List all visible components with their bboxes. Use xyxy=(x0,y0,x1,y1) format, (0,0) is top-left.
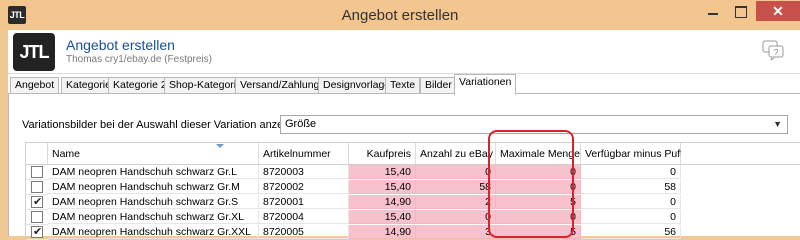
dialog-subtitle: Thomas cry1/ebay.de (Festpreis) xyxy=(66,54,212,65)
tab-angebot[interactable]: Angebot xyxy=(10,77,60,94)
cell-verfuegbar-minus-puffer: 0 xyxy=(581,165,681,179)
row-checkbox-cell xyxy=(26,210,48,225)
cell-name[interactable]: DAM neopren Handschuh schwarz Gr.XL xyxy=(48,210,259,224)
cell-anzahl-zu-ebay[interactable]: 0 xyxy=(416,210,496,224)
cell-verfuegbar-minus-puffer: 58 xyxy=(581,180,681,194)
close-button[interactable]: ✕ xyxy=(756,1,800,21)
minimize-button[interactable] xyxy=(700,1,726,21)
tab-kategorie-2[interactable]: Kategorie 2 xyxy=(108,77,172,94)
cell-artikelnummer[interactable]: 8720002 xyxy=(259,180,349,194)
cell-artikelnummer[interactable]: 8720005 xyxy=(259,225,349,239)
cell-kaufpreis[interactable]: 15,40 xyxy=(349,180,416,194)
row-checkbox-checked[interactable] xyxy=(31,195,43,209)
tab-versand-zahlung[interactable]: Versand/Zahlung xyxy=(235,77,325,94)
column-header-artikelnummer[interactable]: Artikelnummer xyxy=(259,143,349,165)
tab-variationen[interactable]: Variationen xyxy=(454,74,517,95)
cell-artikelnummer[interactable]: 8720003 xyxy=(259,165,349,179)
dialog-header: JTL Angebot erstellen Thomas cry1/ebay.d… xyxy=(8,30,800,74)
row-checkbox[interactable] xyxy=(31,166,43,178)
row-checkbox[interactable] xyxy=(31,181,43,193)
cell-kaufpreis[interactable]: 15,40 xyxy=(349,165,416,179)
sort-caret-icon xyxy=(216,144,224,148)
cell-verfuegbar-minus-puffer: 0 xyxy=(581,195,681,209)
tab-bilder[interactable]: Bilder xyxy=(420,77,457,94)
row-checkbox-cell xyxy=(26,195,48,210)
cell-maximale-menge[interactable]: 5 xyxy=(496,195,581,209)
cell-maximale-menge[interactable]: 0 xyxy=(496,180,581,194)
cell-kaufpreis[interactable]: 14,90 xyxy=(349,195,416,209)
cell-artikelnummer[interactable]: 8720001 xyxy=(259,195,349,209)
variation-select-value: Größe xyxy=(285,118,317,130)
cell-anzahl-zu-ebay[interactable]: 2 xyxy=(416,195,496,209)
cell-anzahl-zu-ebay[interactable]: 0 xyxy=(416,165,496,179)
maximize-button[interactable] xyxy=(727,1,754,21)
title-bar: JTL Angebot erstellen ✕ xyxy=(0,0,800,30)
chat-help-icon[interactable]: ? xyxy=(762,40,784,60)
cell-anzahl-zu-ebay[interactable]: 3 xyxy=(416,225,496,239)
cell-name[interactable]: DAM neopren Handschuh schwarz Gr.XXL xyxy=(48,225,259,239)
cell-name[interactable]: DAM neopren Handschuh schwarz Gr.L xyxy=(48,165,259,179)
variationen-panel: Variationsbilder bei der Auswahl dieser … xyxy=(8,93,800,240)
chevron-down-icon: ▼ xyxy=(773,119,782,129)
row-checkbox-cell xyxy=(26,225,48,240)
dialog-title: Angebot erstellen xyxy=(66,37,175,53)
column-header-name[interactable]: Name xyxy=(48,143,259,165)
cell-anzahl-zu-ebay[interactable]: 58 xyxy=(416,180,496,194)
cell-maximale-menge[interactable]: 0 xyxy=(496,165,581,179)
cell-name[interactable]: DAM neopren Handschuh schwarz Gr.S xyxy=(48,195,259,209)
cell-kaufpreis[interactable]: 15,40 xyxy=(349,210,416,224)
checkbox-column-header xyxy=(26,143,48,165)
cell-artikelnummer[interactable]: 8720004 xyxy=(259,210,349,224)
tab-bar: Angebot Kategorie Kategorie 2 Shop-Kateg… xyxy=(8,74,800,95)
cell-kaufpreis[interactable]: 14,90 xyxy=(349,225,416,239)
column-header-anzahl-zu-ebay[interactable]: Anzahl zu eBay xyxy=(416,143,496,165)
row-checkbox-cell xyxy=(26,165,48,180)
variation-image-label: Variationsbilder bei der Auswahl dieser … xyxy=(22,119,308,131)
cell-verfuegbar-minus-puffer: 0 xyxy=(581,210,681,224)
column-header-maximale-menge[interactable]: Maximale Menge xyxy=(496,143,581,165)
cell-name[interactable]: DAM neopren Handschuh schwarz Gr.M xyxy=(48,180,259,194)
tab-designvorlage[interactable]: Designvorlage xyxy=(318,77,396,94)
cell-maximale-menge[interactable]: 5 xyxy=(496,225,581,239)
cell-verfuegbar-minus-puffer: 56 xyxy=(581,225,681,239)
window-title: Angebot erstellen xyxy=(341,7,459,24)
tab-texte[interactable]: Texte xyxy=(385,77,421,94)
row-checkbox[interactable] xyxy=(31,211,43,223)
variation-select[interactable]: Größe ▼ xyxy=(280,115,788,134)
jtl-logo: JTL xyxy=(13,33,55,71)
column-header-kaufpreis[interactable]: Kaufpreis xyxy=(349,143,416,165)
row-checkbox-cell xyxy=(26,180,48,195)
variations-grid: Name Artikelnummer Kaufpreis Anzahl zu e… xyxy=(25,142,800,240)
cell-maximale-menge[interactable]: 0 xyxy=(496,210,581,224)
column-header-spacer xyxy=(681,143,800,165)
column-header-verfuegbar-minus-puffer[interactable]: Verfügbar minus Puffer xyxy=(581,143,692,165)
row-checkbox-checked[interactable] xyxy=(31,225,43,239)
svg-text:?: ? xyxy=(774,48,779,57)
